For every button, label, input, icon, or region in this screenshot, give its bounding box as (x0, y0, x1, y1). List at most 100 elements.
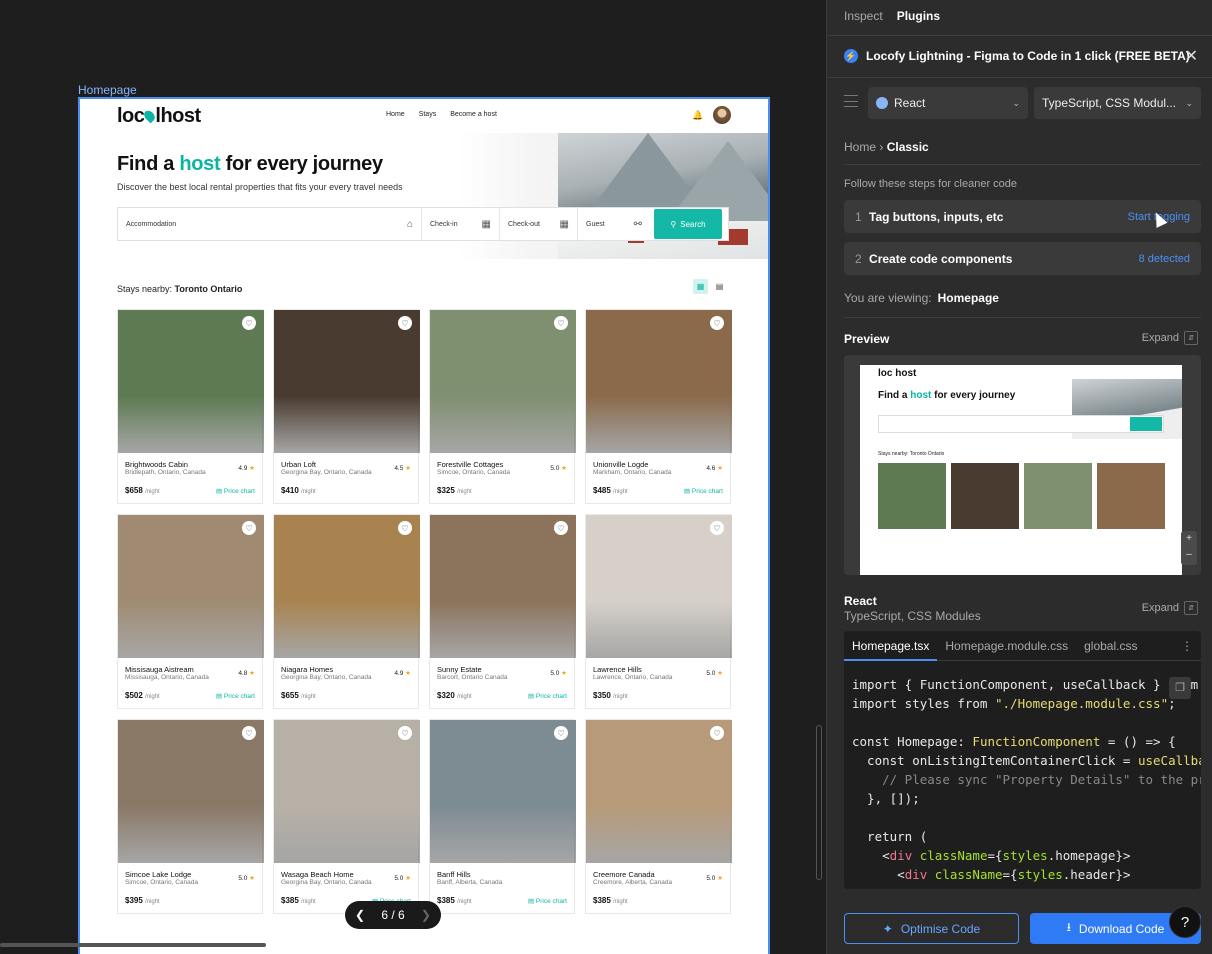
checkout-field[interactable]: Check-out ▦ (500, 208, 578, 240)
more-options-icon[interactable]: ⋮ (1181, 639, 1193, 653)
horizontal-scrollbar[interactable] (0, 943, 266, 947)
heart-icon[interactable]: ♡ (710, 521, 724, 535)
preview-panel[interactable]: loc host Find a host for every journey S… (844, 355, 1201, 575)
heart-icon[interactable]: ♡ (554, 521, 568, 535)
optimise-code-button[interactable]: ✦ Optimise Code (844, 913, 1019, 944)
viewing-indicator: You are viewing: Homepage (844, 291, 999, 305)
search-button[interactable]: ⚲ Search (654, 209, 722, 239)
listing-name: Brightwoods Cabin (125, 460, 188, 469)
listing-card[interactable]: ♡ Urban Loft Georgina Bay, Ontario, Canada… (273, 309, 420, 504)
listing-card[interactable]: ♡ Forestville Cottages Simcoe, Ontario, Ca… (429, 309, 576, 504)
tab-inspect[interactable]: Inspect (844, 9, 883, 23)
listing-card[interactable]: ♡ Niagara Homes Georgina Bay, Ontario, Can… (273, 514, 420, 709)
checkin-field[interactable]: Check-in ▦ (422, 208, 500, 240)
preview-logo: loc host (878, 368, 917, 379)
listing-card[interactable]: ♡ Banff Hills Banff, Alberta, Canada $385 /… (429, 719, 576, 914)
preview-card (878, 463, 946, 541)
listing-location: Georgina Bay, Ontario, Canada (281, 879, 372, 886)
preview-card (1097, 463, 1165, 541)
price-chart-link[interactable]: ▤ Price chart (528, 897, 567, 905)
help-button[interactable]: ? (1169, 906, 1201, 938)
price-chart-link[interactable]: ▤ Price chart (684, 487, 723, 495)
home-icon: ⌂ (406, 218, 413, 230)
listing-card[interactable]: ♡ Brightwoods Cabin Bridlepath, Ontario, C… (117, 309, 264, 504)
bell-icon[interactable]: 🔔 (692, 110, 703, 120)
avatar[interactable] (713, 106, 731, 124)
preview-expand-button[interactable]: Expand ⇵ (1142, 331, 1198, 345)
heart-icon[interactable]: ♡ (398, 726, 412, 740)
language-select[interactable]: TypeScript, CSS Modul... ⌄ (1034, 87, 1201, 119)
framework-select[interactable]: React ⌄ (868, 87, 1028, 119)
lightning-icon: ⚡ (844, 49, 858, 63)
listing-name: Lawrence Hills (593, 665, 642, 674)
listing-rating: 5.0 ★ (550, 465, 567, 472)
site-logo[interactable]: loc lhost (117, 105, 201, 128)
guest-field[interactable]: Guest ⚯ (578, 208, 650, 240)
code-content[interactable]: import { FunctionComponent, useCallback … (852, 675, 1201, 884)
prev-arrow-icon[interactable]: ❮ (355, 908, 365, 922)
listing-card[interactable]: ♡ Lawrence Hills Lawrence, Ontario, Canada… (585, 514, 732, 709)
heart-icon[interactable]: ♡ (242, 521, 256, 535)
frame-label[interactable]: Homepage (78, 83, 137, 97)
copy-icon[interactable]: ❐ (1169, 677, 1191, 699)
close-icon[interactable]: ✕ (1185, 46, 1198, 66)
star-icon: ★ (405, 670, 411, 677)
next-arrow-icon[interactable]: ❯ (421, 908, 431, 922)
price-chart-link[interactable]: ▤ Price chart (216, 692, 255, 700)
follow-steps-text: Follow these steps for cleaner code (844, 178, 1018, 190)
heart-icon[interactable]: ♡ (398, 316, 412, 330)
listing-card[interactable]: ♡ Creemore Canada Creemore, Alberta, Canad… (585, 719, 732, 914)
heart-icon[interactable]: ♡ (554, 316, 568, 330)
step-components: 2 Create code components 8 detected (844, 242, 1201, 275)
zoom-control[interactable]: + – (1181, 531, 1197, 565)
star-icon: ★ (717, 670, 723, 677)
nav-home[interactable]: Home (386, 111, 405, 118)
divider (844, 317, 1201, 318)
breadcrumb-home[interactable]: Home (844, 140, 876, 154)
listing-price: $395 /night (125, 896, 160, 905)
listing-card[interactable]: ♡ Wasaga Beach Home Georgina Bay, Ontario,… (273, 719, 420, 914)
tab-global-css[interactable]: global.css (1076, 631, 1145, 661)
heart-icon[interactable]: ♡ (710, 726, 724, 740)
price-chart-link[interactable]: ▤ Price chart (528, 692, 567, 700)
vertical-scrollbar[interactable] (816, 725, 822, 880)
listing-card[interactable]: ♡ Missisauga Aistream Missisauga, Ontario,… (117, 514, 264, 709)
figma-canvas[interactable]: Homepage loc lhost Home Stays Become a ho… (0, 0, 826, 954)
code-expand-button[interactable]: Expand ⇵ (1142, 601, 1198, 615)
accommodation-field[interactable]: Accommodation ⌂ (118, 208, 422, 240)
map-view-icon[interactable]: ▤ (712, 279, 727, 294)
frame-pager: ❮ 6 / 6 ❯ (345, 901, 441, 929)
tab-homepage-module-css[interactable]: Homepage.module.css (937, 631, 1076, 661)
nav-stays[interactable]: Stays (419, 111, 437, 118)
tab-plugins[interactable]: Plugins (897, 9, 940, 23)
tab-homepage-tsx[interactable]: Homepage.tsx (844, 631, 938, 661)
heart-icon[interactable]: ♡ (554, 726, 568, 740)
listing-card[interactable]: ♡ Simcoe Lake Lodge Simcoe, Ontario, Canad… (117, 719, 264, 914)
listing-price: $320 /night (437, 691, 472, 700)
listing-image: ♡ (118, 515, 264, 658)
listing-card[interactable]: ♡ Unionville Logde Markham, Ontario, Canad… (585, 309, 732, 504)
price-chart-link[interactable]: ▤ Price chart (216, 487, 255, 495)
heart-icon[interactable]: ♡ (242, 726, 256, 740)
heart-icon[interactable]: ♡ (398, 521, 412, 535)
listing-location: Banff, Alberta, Canada (437, 879, 503, 886)
heart-icon[interactable]: ♡ (710, 316, 724, 330)
listing-image: ♡ (274, 720, 420, 863)
listing-name: Niagara Homes (281, 665, 334, 674)
listing-image: ♡ (118, 720, 264, 863)
listing-card[interactable]: ♡ Sunny Estate Barcort, Ontario Canada 5.0 … (429, 514, 576, 709)
menu-icon[interactable] (844, 95, 858, 107)
heart-icon[interactable]: ♡ (242, 316, 256, 330)
homepage-frame[interactable]: loc lhost Home Stays Become a host 🔔 Find… (78, 97, 770, 954)
nav-become-host[interactable]: Become a host (450, 111, 497, 118)
listing-rating: 5.0 ★ (238, 875, 255, 882)
listing-rating: 4.9 ★ (394, 670, 411, 677)
grid-view-icon[interactable]: ▦ (693, 279, 708, 294)
preview-thumbnail: loc host Find a host for every journey S… (860, 365, 1182, 575)
code-language-label: TypeScript, CSS Modules (844, 609, 981, 623)
listing-image: ♡ (586, 310, 732, 453)
detected-components-link[interactable]: 8 detected (1139, 253, 1190, 265)
preview-search (878, 415, 1164, 433)
star-icon: ★ (249, 670, 255, 677)
listing-image: ♡ (274, 310, 420, 453)
